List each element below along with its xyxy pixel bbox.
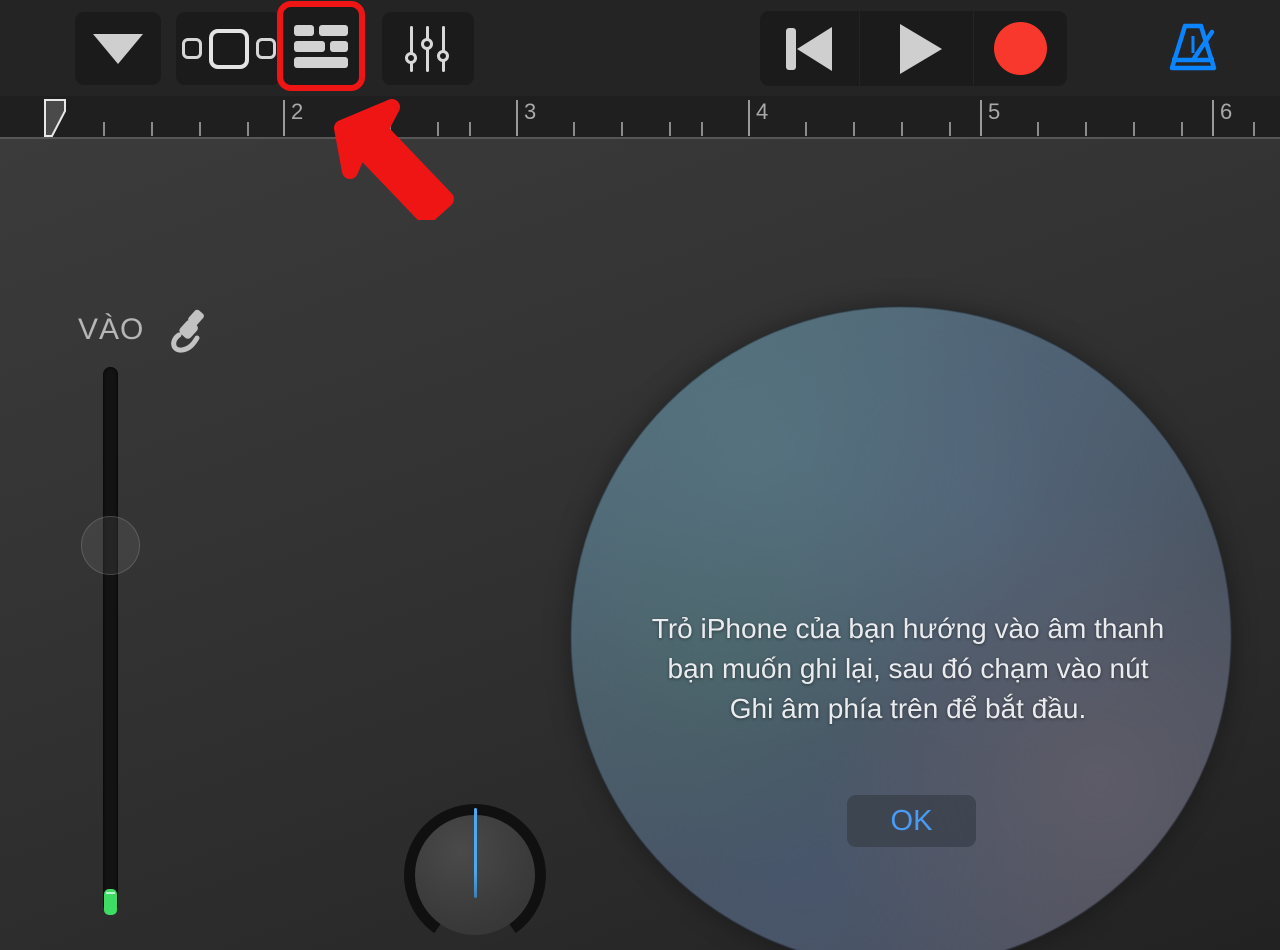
audio-recorder-panel: Trỏ iPhone của bạn hướng vào âm thanh bạ… <box>0 139 1280 950</box>
volume-knob[interactable] <box>404 804 546 946</box>
timeline-ruler[interactable]: 2 3 4 5 6 <box>0 96 1280 139</box>
play-button[interactable] <box>860 11 973 86</box>
ruler-bar-number: 2 <box>291 99 304 124</box>
ruler-bar-number: 4 <box>756 99 769 124</box>
input-level-fader-track[interactable] <box>103 367 118 912</box>
track-view-button[interactable] <box>283 7 359 85</box>
playhead-marker[interactable] <box>44 99 66 137</box>
metronome-button[interactable] <box>1155 12 1231 85</box>
input-label: VÀO <box>78 313 145 346</box>
mixer-settings-button[interactable] <box>382 12 474 85</box>
annotation-arrow-icon <box>334 99 454 220</box>
ruler-bar-number: 3 <box>524 99 537 124</box>
volume-knob-pointer <box>474 808 477 898</box>
song-sections-icon <box>181 28 276 69</box>
metronome-icon <box>1169 23 1217 70</box>
ruler-bar-number: 6 <box>1220 99 1233 124</box>
audio-cable-icon <box>171 309 204 353</box>
play-icon <box>899 23 942 74</box>
ok-button-label: OK <box>890 804 933 837</box>
top-toolbar <box>0 0 1280 96</box>
garageband-audio-recorder-screen: 2 3 4 5 6 Trỏ iPhone của bạn hướng vào â… <box>0 0 1280 950</box>
rewind-button[interactable] <box>760 11 859 86</box>
input-level-meter <box>104 889 117 915</box>
tracks-icon <box>294 24 348 68</box>
rewind-to-start-icon <box>785 26 834 72</box>
record-icon <box>994 22 1047 75</box>
navigation-chevron-button[interactable] <box>75 12 161 85</box>
mixer-sliders-icon <box>405 25 451 72</box>
chevron-down-icon <box>93 33 143 64</box>
sections-navigator-button[interactable] <box>176 12 281 85</box>
ruler-bar-number: 5 <box>988 99 1001 124</box>
record-button[interactable] <box>974 11 1067 86</box>
recording-instruction-text: Trỏ iPhone của bạn hướng vào âm thanh bạ… <box>651 613 1165 724</box>
ok-button[interactable]: OK <box>847 795 976 847</box>
input-level-fader-knob[interactable] <box>81 516 140 575</box>
